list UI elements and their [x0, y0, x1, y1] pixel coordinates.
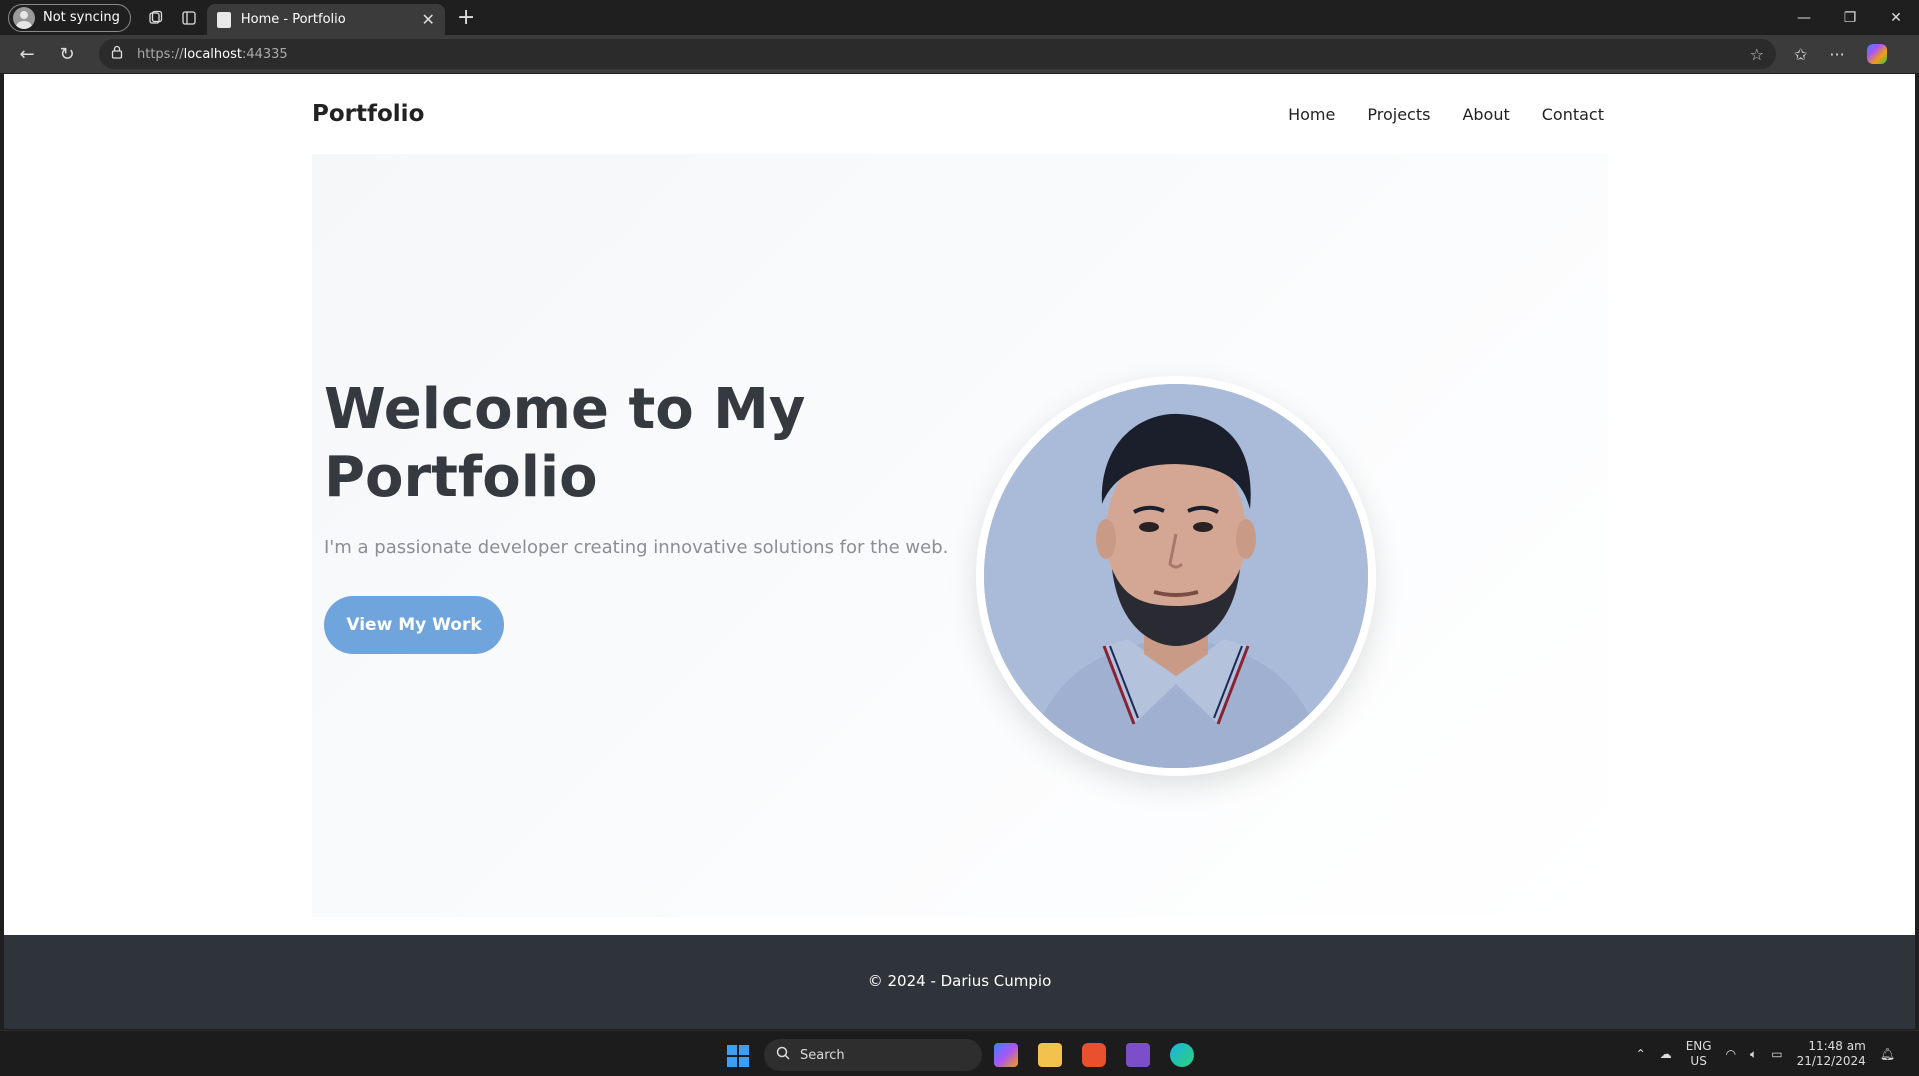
more-options-icon[interactable]: ··· [1829, 45, 1844, 64]
start-icon[interactable] [727, 1045, 749, 1067]
brave-browser-icon[interactable] [1082, 1043, 1106, 1067]
view-my-work-button[interactable]: View My Work [324, 596, 504, 654]
close-tab-icon[interactable]: ✕ [421, 10, 434, 29]
profile-photo [984, 384, 1368, 768]
tab-actions-icon[interactable] [179, 8, 199, 28]
edge-browser-icon[interactable] [1170, 1043, 1194, 1067]
profile-photo-frame [976, 376, 1376, 776]
show-hidden-icons-icon[interactable]: ⌃ [1636, 1047, 1646, 1061]
close-window-icon[interactable]: ✕ [1873, 10, 1919, 26]
nav-link-about[interactable]: About [1462, 105, 1509, 124]
nav-link-contact[interactable]: Contact [1542, 105, 1604, 124]
clock-time: 11:48 am [1808, 1039, 1866, 1053]
site-brand[interactable]: Portfolio [312, 101, 424, 127]
workspaces-icon[interactable] [145, 8, 165, 28]
url-port: :44335 [241, 46, 288, 62]
volume-icon[interactable]: 🔈︎ [1750, 1047, 1757, 1062]
hero-subtitle: I'm a passionate developer creating inno… [324, 537, 949, 558]
tab-home-portfolio[interactable]: Home - Portfolio ✕ [206, 4, 445, 35]
url-scheme: https:// [137, 46, 184, 62]
browser-right-tools: ✩ ··· [1794, 44, 1887, 64]
visual-studio-icon[interactable] [1126, 1043, 1150, 1067]
file-explorer-icon[interactable] [1038, 1043, 1062, 1067]
hero-title: Welcome to My Portfolio [324, 377, 806, 510]
tab-title: Home - Portfolio [240, 12, 346, 27]
address-bar[interactable]: https://localhost:44335 ☆ [99, 39, 1776, 69]
profile-status-label: Not syncing [43, 10, 120, 25]
nav-link-home[interactable]: Home [1288, 105, 1335, 124]
back-icon[interactable]: ← [7, 44, 47, 65]
browser-toolbar: ← ↻ https://localhost:44335 ☆ ✩ ··· [0, 35, 1919, 73]
wifi-icon[interactable]: ◠ [1726, 1047, 1736, 1061]
restore-icon[interactable]: ❐ [1827, 10, 1873, 26]
site-footer: © 2024 - Darius Cumpio [4, 935, 1915, 1029]
language-indicator[interactable]: ENG US [1686, 1039, 1712, 1069]
notifications-icon[interactable]: 🔔︎ [1880, 1047, 1895, 1061]
page-favicon-icon [216, 11, 231, 28]
footer-copyright: © 2024 - Darius Cumpio [867, 972, 1052, 990]
copilot-icon[interactable] [1866, 44, 1887, 64]
battery-icon[interactable]: ▭ [1771, 1047, 1782, 1061]
window-controls: — ❐ ✕ [1781, 10, 1919, 26]
language-code: ENG [1685, 1039, 1712, 1053]
site-header: Portfolio Home Projects About Contact [312, 101, 1612, 133]
copilot-app-icon[interactable] [994, 1043, 1018, 1067]
system-tray: ⌃ ☁ ENG US ◠ 🔈︎ ▭ 11:48 am 21/12/2024 🔔︎ [1636, 1039, 1895, 1069]
taskbar-search[interactable]: Search [764, 1039, 982, 1071]
clock[interactable]: 11:48 am 21/12/2024 [1797, 1039, 1866, 1069]
url-host: localhost [183, 46, 242, 62]
lock-icon[interactable] [111, 45, 123, 63]
page-viewport: Portfolio Home Projects About Contact We… [4, 74, 1915, 1029]
profile-avatar-icon [13, 6, 35, 29]
taskbar: Search ⌃ ☁ ENG US ◠ 🔈︎ ▭ 11:48 am 21/12/… [0, 1030, 1919, 1076]
browser-tab-bar: Not syncing Home - Portfolio ✕ + — ❐ ✕ [0, 0, 1919, 35]
taskbar-search-placeholder: Search [800, 1047, 845, 1063]
search-icon [776, 1046, 790, 1064]
site-nav: Home Projects About Contact [1288, 105, 1604, 124]
refresh-icon[interactable]: ↻ [47, 44, 87, 65]
favorite-star-icon[interactable]: ☆ [1750, 45, 1764, 64]
cloud-offline-icon[interactable]: ☁ [1660, 1047, 1672, 1061]
clock-date: 21/12/2024 [1796, 1054, 1866, 1068]
nav-link-projects[interactable]: Projects [1367, 105, 1430, 124]
hero-section: Welcome to My Portfolio I'm a passionate… [312, 154, 1608, 917]
minimize-icon[interactable]: — [1781, 10, 1827, 26]
region-code: US [1690, 1054, 1707, 1068]
url-text: https://localhost:44335 [137, 47, 288, 62]
favorites-icon[interactable]: ✩ [1794, 45, 1807, 64]
new-tab-icon[interactable]: + [457, 5, 475, 30]
profile-button[interactable]: Not syncing [8, 3, 131, 32]
